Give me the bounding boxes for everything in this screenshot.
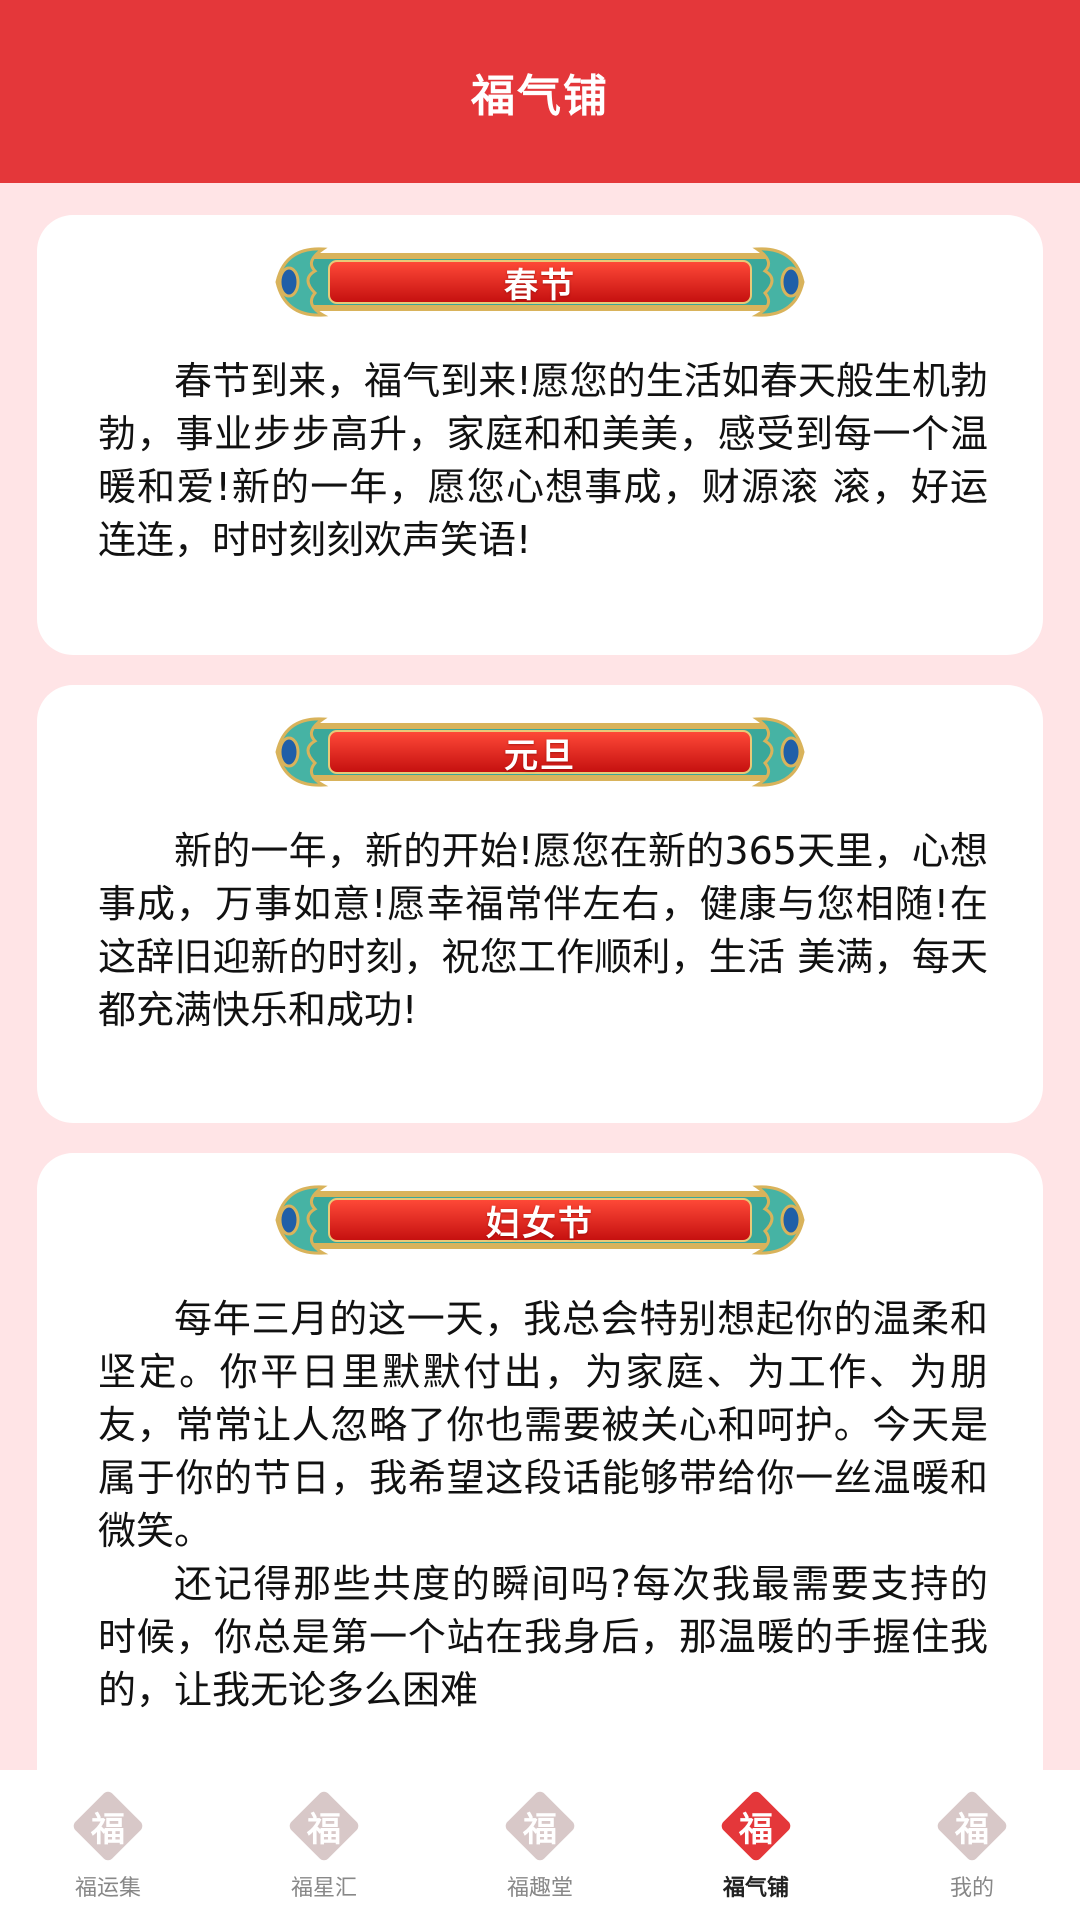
ornate-banner: 春节	[271, 239, 809, 325]
greeting-card-womens-day: 妇女节 每年三月的这一天，我总会特别想起你的温柔和坚定。你平日里默默付出，为家庭…	[37, 1153, 1043, 1770]
greeting-paragraph: 还记得那些共度的瞬间吗?每次我最需要支持的时候，你总是第一个站在我身后，那温暖的…	[98, 1562, 988, 1712]
greeting-paragraph: 春节到来，福气到来!愿您的生活如春天般生机勃勃，事业步步高升，家庭和和美美，感受…	[98, 359, 988, 562]
greeting-card-spring-festival: 春节 春节到来，福气到来!愿您的生活如春天般生机勃勃，事业步步高升，家庭和和美美…	[37, 215, 1043, 655]
tab-label: 福气铺	[722, 1876, 789, 1901]
tab-label: 福运集	[74, 1876, 141, 1901]
tab-mine[interactable]: 福 我的	[864, 1770, 1080, 1920]
banner-title: 妇女节	[486, 1203, 594, 1244]
greeting-paragraph: 新的一年，新的开始!愿您在新的365天里，心想事成，万事如意!愿幸福常伴左右，健…	[98, 829, 988, 1032]
fu-diamond-icon: 福	[287, 1789, 361, 1863]
fu-diamond-icon: 福	[71, 1789, 145, 1863]
fu-diamond-icon: 福	[719, 1789, 793, 1863]
tab-label: 福趣堂	[506, 1876, 573, 1901]
banner-title: 元旦	[504, 735, 576, 776]
ornate-banner: 妇女节	[271, 1177, 809, 1263]
banner-title: 春节	[504, 265, 576, 306]
greeting-paragraph: 每年三月的这一天，我总会特别想起你的温柔和坚定。你平日里默默付出，为家庭、为工作…	[98, 1297, 988, 1553]
tab-fuyunji[interactable]: 福 福运集	[0, 1770, 216, 1920]
greeting-text: 春节到来，福气到来!愿您的生活如春天般生机勃勃，事业步步高升，家庭和和美美，感受…	[98, 355, 988, 567]
ornate-banner: 元旦	[271, 709, 809, 795]
bottom-tab-bar: 福 福运集 福 福星汇 福 福趣堂 福 福气铺 福 我的	[0, 1770, 1080, 1920]
app-header: 福气铺	[0, 0, 1080, 183]
greeting-text: 每年三月的这一天，我总会特别想起你的温柔和坚定。你平日里默默付出，为家庭、为工作…	[98, 1293, 988, 1717]
fu-diamond-icon: 福	[935, 1789, 1009, 1863]
tab-fuqipu[interactable]: 福 福气铺	[648, 1770, 864, 1920]
tab-fuxinghui[interactable]: 福 福星汇	[216, 1770, 432, 1920]
greeting-text: 新的一年，新的开始!愿您在新的365天里，心想事成，万事如意!愿幸福常伴左右，健…	[98, 825, 988, 1037]
content-scroll[interactable]: 春节 春节到来，福气到来!愿您的生活如春天般生机勃勃，事业步步高升，家庭和和美美…	[0, 183, 1080, 1770]
fu-diamond-icon: 福	[503, 1789, 577, 1863]
tab-label: 我的	[949, 1876, 994, 1901]
page-title: 福气铺	[471, 70, 609, 122]
tab-fuqutang[interactable]: 福 福趣堂	[432, 1770, 648, 1920]
greeting-card-new-year: 元旦 新的一年，新的开始!愿您在新的365天里，心想事成，万事如意!愿幸福常伴左…	[37, 685, 1043, 1123]
tab-label: 福星汇	[290, 1876, 357, 1901]
